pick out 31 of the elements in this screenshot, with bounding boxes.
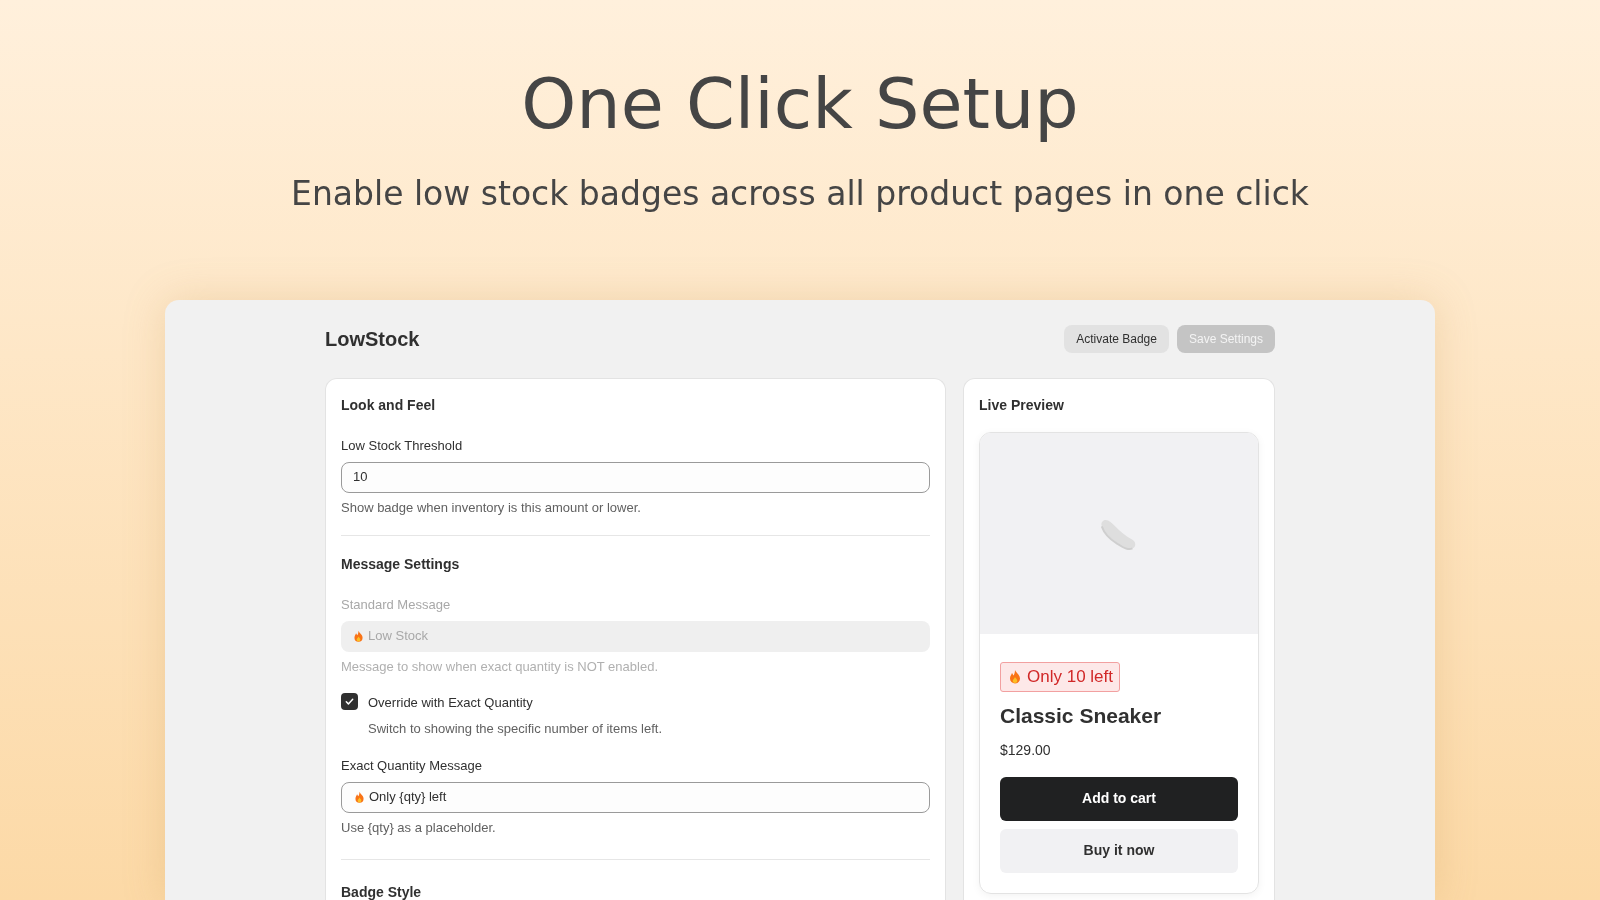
field-value: 10 [353, 468, 368, 487]
help-text: Use {qty} as a placeholder. [341, 818, 497, 837]
checkbox[interactable] [341, 693, 358, 710]
section-title: Badge Style [341, 883, 423, 900]
app-title: LowStock [325, 327, 420, 352]
flame-icon [352, 629, 365, 643]
badge-text: Only 10 left [1027, 666, 1113, 689]
section-title: Live Preview [979, 396, 1065, 415]
input-field[interactable]: Only {qty} left [341, 781, 930, 813]
field-label: Low Stock Threshold [341, 437, 464, 455]
flame-icon [353, 790, 366, 804]
section-title: Look and Feel [341, 396, 437, 415]
section-title: Message Settings [341, 555, 461, 574]
flame-icon [1007, 669, 1023, 685]
hero-subtitle: Enable low stock badges across all product pages in one click [291, 174, 1309, 214]
checkbox-label: Override with Exact Quantity [368, 694, 534, 712]
help-text: Message to show when exact quantity is NOT enabled. [341, 657, 659, 676]
check-icon [344, 696, 355, 707]
help-text: Switch to showing the specific number of items left. [368, 719, 663, 738]
input-field[interactable]: 10 [341, 461, 930, 493]
field-label: Standard Message [341, 596, 452, 614]
field-value: Only {qty} left [369, 788, 447, 807]
hero-title: One Click Setup [521, 62, 1079, 146]
buy-now-button[interactable]: Buy it now [1000, 828, 1238, 873]
activate-button[interactable]: Activate Badge [1064, 325, 1169, 353]
field-value: Low Stock [368, 627, 428, 646]
product-name: Classic Sneaker [1000, 703, 1163, 729]
add-to-cart-button[interactable]: Add to cart [1000, 776, 1238, 821]
help-text: Show badge when inventory is this amount or lower. [341, 498, 642, 517]
field-label: Exact Quantity Message [341, 757, 483, 775]
product-price: $129.00 [1000, 740, 1052, 760]
